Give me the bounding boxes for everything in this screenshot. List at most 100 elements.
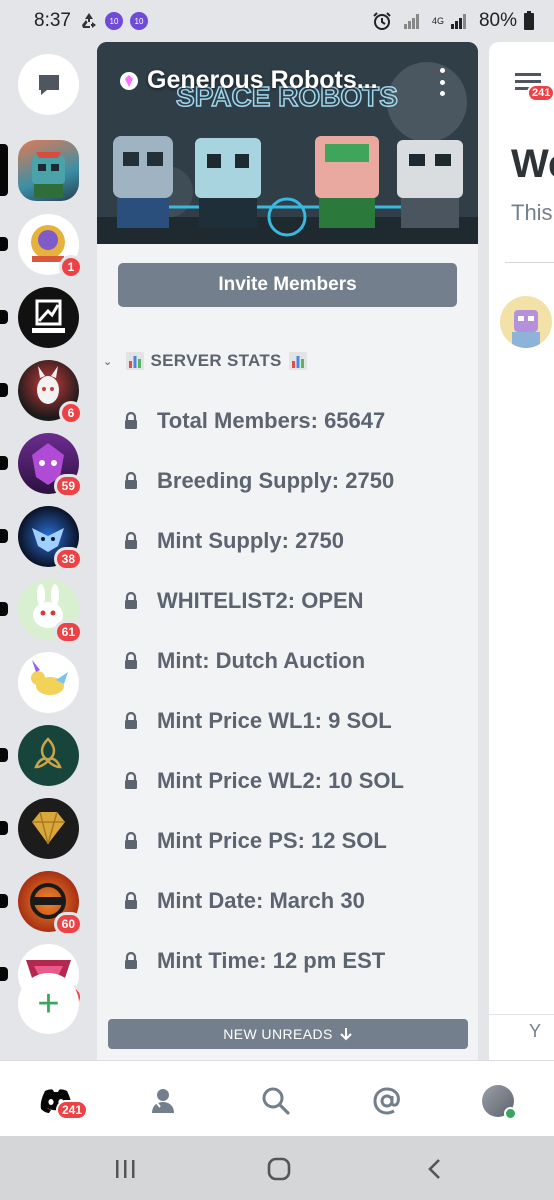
battery-percent: 80% <box>478 10 517 31</box>
voice-channel-mint-price-ps[interactable]: Mint Price PS: 12 SOL <box>119 819 464 863</box>
server-item[interactable]: 59 <box>0 433 83 498</box>
channel-name: Mint Price WL2: 10 SOL <box>157 768 404 793</box>
back-chevron-icon <box>428 1159 440 1179</box>
new-unreads-button[interactable]: NEW UNREADS <box>108 1019 468 1049</box>
message-input-peek[interactable]: Y <box>489 1014 554 1060</box>
unread-indicator <box>0 383 8 397</box>
channel-name: Mint Date: March 30 <box>157 888 365 913</box>
server-name: Generous Robots... <box>147 66 378 94</box>
unread-indicator <box>0 456 8 470</box>
home-button[interactable] <box>264 1154 294 1184</box>
mention-badge: 38 <box>53 547 83 571</box>
server-item[interactable]: 38 <box>0 506 83 571</box>
server-item[interactable]: 61 <box>0 579 83 644</box>
category-server-stats[interactable]: ⌄ SERVER STATS <box>103 351 314 371</box>
lock-icon <box>119 832 143 850</box>
server-boost-icon <box>120 71 138 90</box>
lock-icon <box>119 772 143 790</box>
profile-avatar <box>482 1085 517 1120</box>
server-item[interactable] <box>0 798 79 859</box>
unread-indicator <box>0 310 8 324</box>
tab-friends[interactable] <box>146 1081 186 1121</box>
lock-icon <box>119 712 143 730</box>
mention-badge: 241 <box>527 84 554 102</box>
divider <box>505 262 554 263</box>
selected-indicator <box>0 144 8 196</box>
server-avatar <box>18 798 79 859</box>
voice-channel-whitelist2[interactable]: WHITELIST2: OPEN <box>119 579 464 623</box>
channel-name: Total Members: 65647 <box>157 408 386 433</box>
chat-peek-panel[interactable]: 241 We This Y <box>489 42 554 1060</box>
battery-icon <box>523 11 535 31</box>
server-item[interactable] <box>0 725 79 786</box>
chevron-down-icon: ⌄ <box>103 355 113 368</box>
tab-search[interactable] <box>256 1081 296 1121</box>
search-icon <box>262 1087 290 1115</box>
recent-apps-button[interactable] <box>110 1154 140 1184</box>
arrow-down-icon <box>339 1028 352 1041</box>
invite-members-button[interactable]: Invite Members <box>118 263 457 307</box>
unread-indicator <box>0 894 8 908</box>
welcome-subtext: This <box>511 200 553 225</box>
server-item[interactable] <box>18 652 79 713</box>
server-title[interactable]: Generous Robots... <box>119 66 419 95</box>
more-options-button[interactable] <box>432 68 452 96</box>
signal-icon <box>403 12 421 30</box>
voice-channel-breeding-supply[interactable]: Breeding Supply: 2750 <box>119 459 464 503</box>
dot <box>439 91 445 96</box>
home-icon <box>267 1157 291 1181</box>
app-notification-icon: 10 <box>129 11 149 31</box>
lock-icon <box>119 952 143 970</box>
lock-icon <box>119 652 143 670</box>
voice-channel-mint-supply[interactable]: Mint Supply: 2750 <box>119 519 464 563</box>
add-server-button[interactable]: + <box>18 973 79 1034</box>
svg-text:10: 10 <box>135 17 144 26</box>
back-button[interactable] <box>420 1154 450 1184</box>
network-type: 4G <box>431 15 444 26</box>
home-mention-badge: 241 <box>56 1100 89 1120</box>
lock-icon <box>119 532 143 550</box>
direct-messages-button[interactable] <box>18 54 79 115</box>
dot <box>439 79 445 85</box>
channel-name: Mint: Dutch Auction <box>157 648 366 673</box>
lock-icon <box>119 592 143 610</box>
voice-channel-mint-type[interactable]: Mint: Dutch Auction <box>119 639 464 683</box>
message-input-placeholder: Y <box>529 1021 542 1041</box>
server-item[interactable]: 60 <box>0 871 83 936</box>
voice-channel-total-members[interactable]: Total Members: 65647 <box>119 399 464 443</box>
tab-mentions[interactable] <box>367 1081 407 1121</box>
lock-icon <box>119 472 143 490</box>
recent-apps-icon <box>116 1160 135 1178</box>
unread-indicator <box>0 602 8 616</box>
server-generous-robots[interactable] <box>0 140 79 201</box>
bar-chart-emoji-icon <box>288 352 307 370</box>
channel-name: Breeding Supply: 2750 <box>157 468 395 493</box>
channel-name: Mint Time: 12 pm EST <box>157 948 386 973</box>
server-avatar <box>18 725 79 786</box>
voice-channel-mint-price-wl1[interactable]: Mint Price WL1: 9 SOL <box>119 699 464 743</box>
channel-panel: SPACE ROBOTS Generous Robots... Invite M… <box>97 42 478 1060</box>
user-avatar[interactable] <box>500 296 552 348</box>
dot <box>439 68 445 73</box>
recycle-icon <box>79 11 99 31</box>
mention-badge: 6 <box>59 401 83 425</box>
server-banner[interactable]: SPACE ROBOTS Generous Robots... <box>97 42 478 244</box>
unread-indicator <box>0 529 8 543</box>
channel-name: Mint Price PS: 12 SOL <box>157 828 387 853</box>
lock-icon <box>119 412 143 430</box>
voice-channel-mint-time[interactable]: Mint Time: 12 pm EST <box>119 939 464 983</box>
voice-channel-mint-date[interactable]: Mint Date: March 30 <box>119 879 464 923</box>
tab-profile[interactable] <box>478 1081 518 1121</box>
new-unreads-label: NEW UNREADS <box>223 1026 333 1042</box>
server-item[interactable] <box>0 287 79 348</box>
server-item[interactable]: 6 <box>0 360 83 425</box>
svg-text:10: 10 <box>110 17 119 26</box>
lock-icon <box>119 892 143 910</box>
server-rail: 1 6 59 38 61 60 + <box>0 42 96 1060</box>
voice-channel-mint-price-wl2[interactable]: Mint Price WL2: 10 SOL <box>119 759 464 803</box>
channel-name: Mint Price WL1: 9 SOL <box>157 708 392 733</box>
clock: 8:37 <box>34 10 71 31</box>
bottom-tab-bar: 241 <box>0 1060 554 1136</box>
server-item[interactable]: 1 <box>0 214 83 279</box>
channel-name: WHITELIST2: OPEN <box>157 588 364 613</box>
